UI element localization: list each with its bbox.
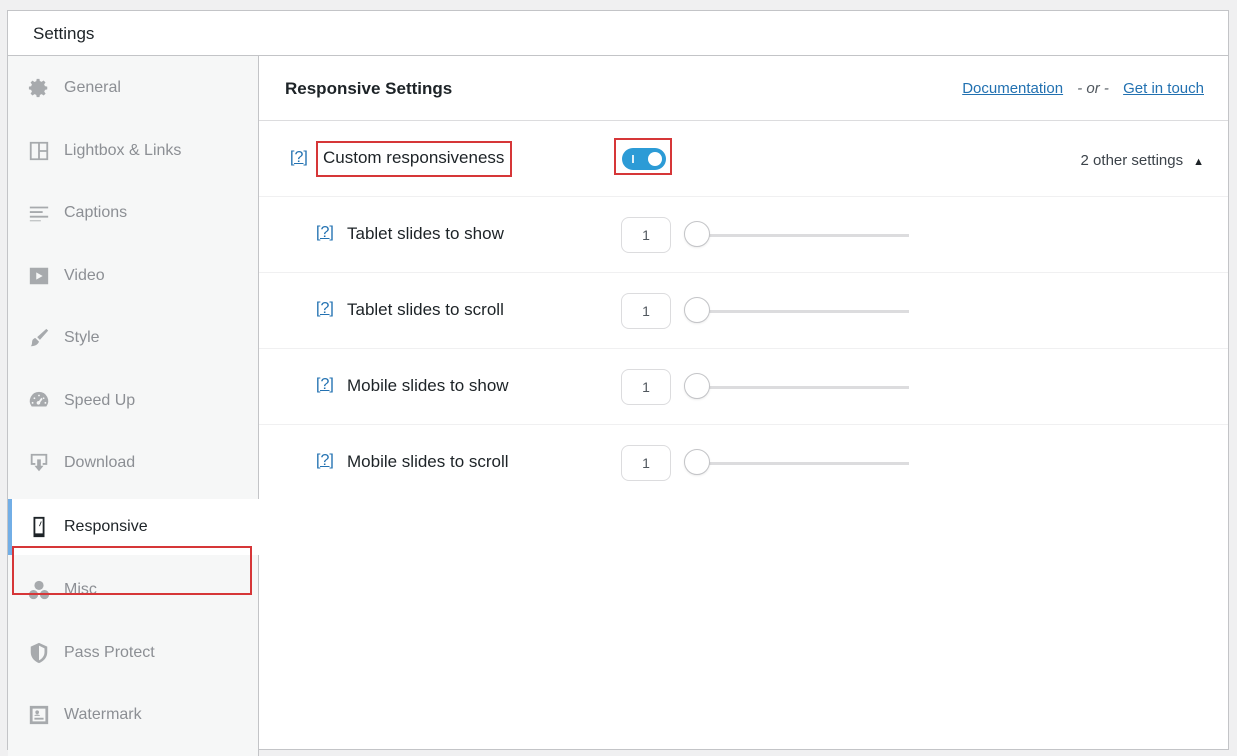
sidebar-item-label: Download bbox=[64, 454, 136, 471]
custom-responsiveness-toggle[interactable] bbox=[622, 148, 666, 170]
panel-header: Settings bbox=[8, 11, 1228, 56]
number-input[interactable]: 1 bbox=[621, 217, 671, 253]
speedometer-icon bbox=[27, 389, 51, 413]
sidebar-item-label: Captions bbox=[64, 204, 128, 221]
sidebar-item-label: Misc bbox=[64, 581, 97, 598]
get-in-touch-link[interactable]: Get in touch bbox=[1123, 80, 1204, 97]
setting-row-tablet-scroll: [?] Tablet slides to scroll 1 bbox=[259, 273, 1228, 349]
sidebar-item-label: Speed Up bbox=[64, 392, 136, 409]
setting-label: Tablet slides to scroll bbox=[347, 300, 504, 319]
text-lines-icon bbox=[27, 201, 51, 225]
number-input[interactable]: 1 bbox=[621, 293, 671, 329]
help-link[interactable]: [?] bbox=[316, 452, 334, 470]
sidebar-item-label: General bbox=[64, 79, 121, 96]
header-links: Documentation - or - Get in touch bbox=[962, 80, 1204, 97]
sidebar-item-label: Pass Protect bbox=[64, 644, 155, 661]
setting-row-mobile-scroll: [?] Mobile slides to scroll 1 bbox=[259, 425, 1228, 501]
panel-title: Settings bbox=[33, 24, 95, 43]
smartphone-icon bbox=[27, 515, 51, 539]
setting-label: Tablet slides to show bbox=[347, 224, 504, 243]
sidebar-item-label: Responsive bbox=[64, 518, 148, 535]
help-link[interactable]: [?] bbox=[290, 149, 308, 167]
sidebar-item-download[interactable]: Download bbox=[8, 435, 259, 491]
caret-up-icon: ▲ bbox=[1193, 156, 1204, 168]
watermark-icon bbox=[27, 703, 51, 727]
slider-handle[interactable] bbox=[684, 449, 710, 475]
slider-handle[interactable] bbox=[684, 297, 710, 323]
setting-row-mobile-show: [?] Mobile slides to show 1 bbox=[259, 349, 1228, 425]
sidebar-item-speed-up[interactable]: Speed Up bbox=[8, 373, 259, 429]
video-play-icon bbox=[27, 264, 51, 288]
gear-icon bbox=[27, 76, 51, 100]
slider-handle[interactable] bbox=[684, 221, 710, 247]
sidebar-item-watermark[interactable]: Watermark bbox=[8, 687, 259, 743]
sidebar-item-video[interactable]: Video bbox=[8, 248, 259, 304]
toggle-on-mark bbox=[632, 155, 634, 163]
sidebar-item-label: Style bbox=[64, 329, 100, 346]
settings-sidebar: General Lightbox & Links Captions Video … bbox=[8, 56, 260, 756]
sidebar-item-style[interactable]: Style bbox=[8, 310, 259, 366]
settings-panel: Settings General Lightbox & Links Captio… bbox=[7, 10, 1229, 756]
setting-row-tablet-show: [?] Tablet slides to show 1 bbox=[259, 197, 1228, 273]
slider-track bbox=[686, 386, 909, 389]
help-link[interactable]: [?] bbox=[316, 376, 334, 394]
custom-responsiveness-row: [?] Custom responsiveness 2 other settin… bbox=[259, 121, 1228, 197]
help-link[interactable]: [?] bbox=[316, 300, 334, 318]
other-settings-toggle[interactable]: 2 other settings ▲ bbox=[1081, 152, 1204, 169]
sidebar-item-label: Video bbox=[64, 267, 105, 284]
custom-responsiveness-label: Custom responsiveness bbox=[323, 148, 505, 167]
circles-icon bbox=[27, 578, 51, 602]
setting-label: Mobile slides to show bbox=[347, 376, 509, 395]
slider-handle[interactable] bbox=[684, 373, 710, 399]
number-input[interactable]: 1 bbox=[621, 369, 671, 405]
help-link[interactable]: [?] bbox=[316, 224, 334, 242]
sidebar-item-label: Lightbox & Links bbox=[64, 142, 182, 159]
sidebar-item-misc[interactable]: Misc bbox=[8, 562, 259, 618]
sidebar-item-pass-protect[interactable]: Pass Protect bbox=[8, 625, 259, 681]
sidebar-item-responsive[interactable]: Responsive bbox=[8, 499, 260, 555]
paintbrush-icon bbox=[27, 326, 51, 350]
links-separator: - or - bbox=[1077, 80, 1109, 97]
slider-track bbox=[686, 234, 909, 237]
layout-icon bbox=[27, 139, 51, 163]
documentation-link[interactable]: Documentation bbox=[962, 80, 1063, 97]
sidebar-item-captions[interactable]: Captions bbox=[8, 185, 259, 241]
toggle-knob bbox=[648, 152, 662, 166]
sidebar-item-label: Watermark bbox=[64, 706, 142, 723]
sidebar-item-general[interactable]: General bbox=[8, 60, 259, 116]
download-icon bbox=[27, 451, 51, 475]
content-header: Responsive Settings Documentation - or -… bbox=[259, 56, 1228, 121]
setting-label: Mobile slides to scroll bbox=[347, 452, 509, 471]
content-area: Responsive Settings Documentation - or -… bbox=[259, 56, 1228, 756]
page-title: Responsive Settings bbox=[285, 79, 453, 98]
number-input[interactable]: 1 bbox=[621, 445, 671, 481]
slider-track bbox=[686, 310, 909, 313]
slider-track bbox=[686, 462, 909, 465]
other-settings-label: 2 other settings bbox=[1080, 152, 1184, 169]
shield-icon bbox=[27, 641, 51, 665]
sidebar-item-lightbox-links[interactable]: Lightbox & Links bbox=[8, 123, 259, 179]
